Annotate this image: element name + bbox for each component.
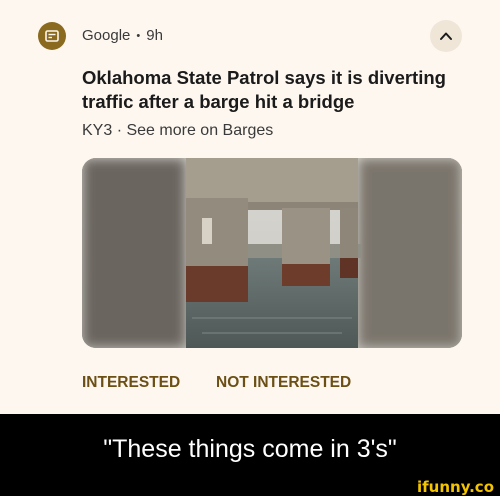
collapse-button[interactable] <box>430 20 462 52</box>
app-name: Google <box>82 27 131 44</box>
bridge-photo[interactable] <box>82 158 462 348</box>
ifunny-watermark: ifunny.co <box>417 478 494 496</box>
bridge-image <box>82 158 462 348</box>
see-more-link[interactable]: See more on Barges <box>126 122 273 139</box>
meme-caption: "These things come in 3's" <box>103 434 397 463</box>
header-separator: • <box>136 29 141 42</box>
notification-header: Google • 9h <box>82 27 163 44</box>
interested-button[interactable]: INTERESTED <box>82 374 180 392</box>
sub-separator: · <box>116 122 123 139</box>
time-ago: 9h <box>146 27 163 44</box>
google-news-app-icon <box>38 22 66 50</box>
not-interested-button[interactable]: NOT INTERESTED <box>216 374 351 392</box>
news-icon <box>45 30 59 42</box>
headline[interactable]: Oklahoma State Patrol says it is diverti… <box>82 66 462 114</box>
source-name: KY3 <box>82 122 113 139</box>
chevron-up-icon <box>440 32 452 40</box>
notification-card[interactable]: Google • 9h Oklahoma State Patrol says i… <box>0 0 500 414</box>
source-line: KY3 · See more on Barges <box>82 122 273 140</box>
